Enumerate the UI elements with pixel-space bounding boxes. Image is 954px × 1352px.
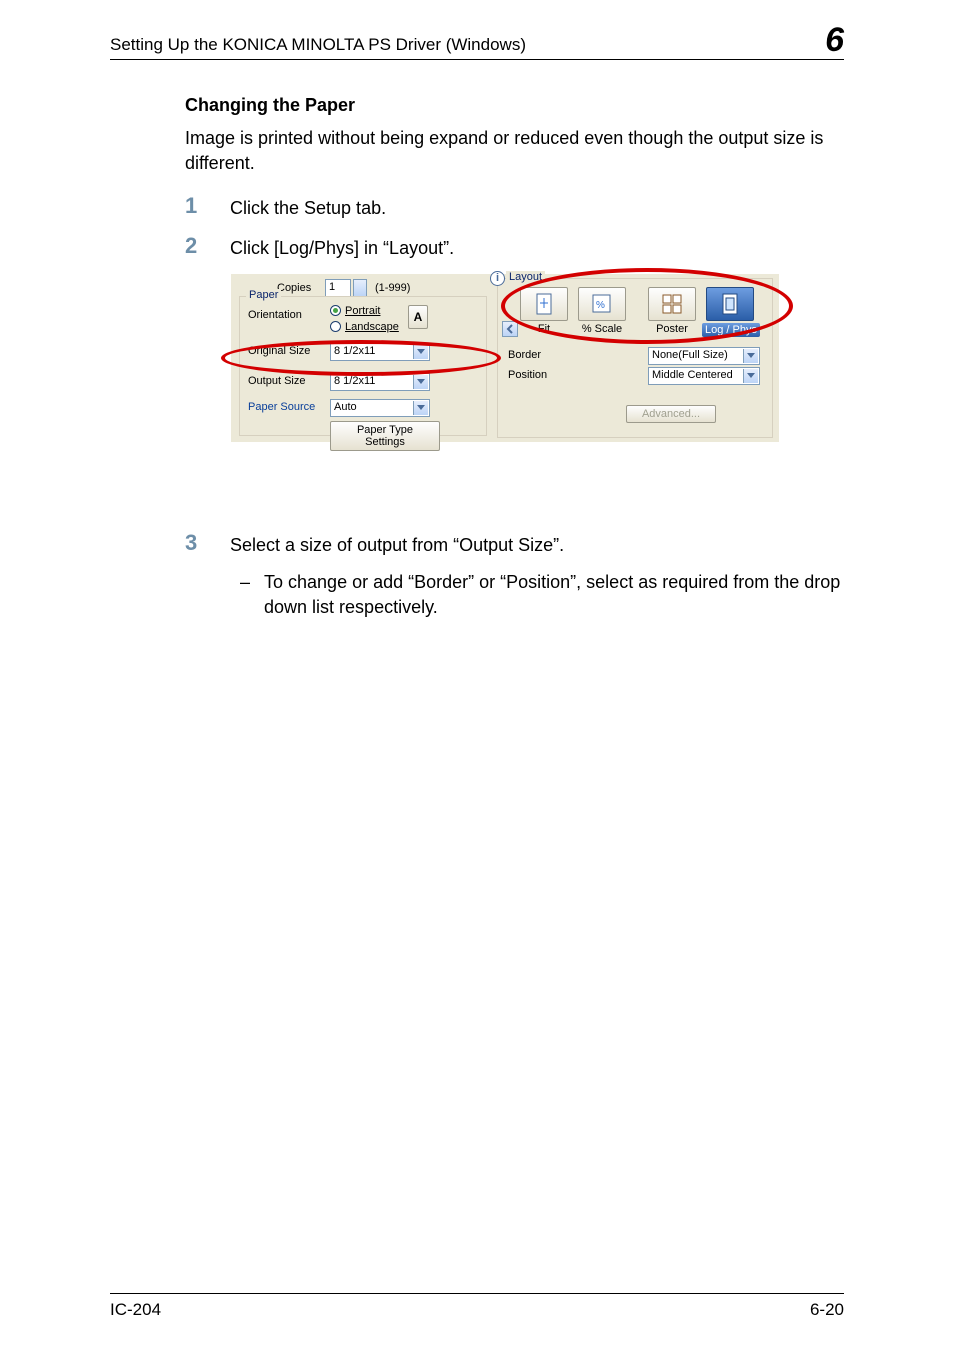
advanced-button[interactable]: Advanced...	[626, 405, 716, 423]
footer-left: IC-204	[110, 1300, 161, 1320]
step-3-bullet: – To change or add “Border” or “Position…	[240, 570, 844, 620]
original-size-select[interactable]: 8 1/2x11	[330, 343, 430, 361]
rotate-glyph: A	[414, 310, 423, 324]
section-heading: Changing the Paper	[185, 95, 844, 116]
header-title: Setting Up the KONICA MINOLTA PS Driver …	[110, 35, 526, 57]
chevron-down-icon	[417, 379, 425, 384]
scroll-left-button[interactable]	[502, 321, 518, 337]
copies-range: (1-999)	[375, 282, 410, 294]
paper-source-value: Auto	[334, 401, 357, 413]
logphys-icon	[721, 293, 739, 315]
poster-tab[interactable]	[648, 287, 696, 321]
footer-right: 6-20	[810, 1300, 844, 1320]
info-icon: i	[490, 271, 505, 286]
paper-type-settings-button[interactable]: Paper Type Settings	[330, 421, 440, 451]
paper-legend: Paper	[246, 289, 281, 301]
layout-legend: Layout	[506, 271, 545, 283]
radio-dot-icon	[330, 321, 341, 332]
portrait-label: Portrait	[345, 305, 380, 317]
chapter-number: 6	[825, 23, 844, 57]
fit-tab[interactable]	[520, 287, 568, 321]
page-footer: IC-204 6-20	[110, 1293, 844, 1320]
bullet-dash: –	[240, 570, 250, 620]
original-size-label: Original Size	[248, 345, 310, 357]
paper-source-select[interactable]: Auto	[330, 399, 430, 417]
dialog-screenshot: Copies 1 (1-999) Paper Orientation Portr…	[230, 273, 780, 443]
border-value: None(Full Size)	[652, 349, 728, 361]
step-number-2: 2	[185, 234, 230, 258]
chevron-down-icon	[417, 405, 425, 410]
poster-label: Poster	[646, 323, 698, 335]
chevron-down-icon	[417, 349, 425, 354]
step-3: 3 Select a size of output from “Output S…	[185, 531, 844, 558]
chevron-down-icon	[747, 353, 755, 358]
fit-icon	[534, 293, 554, 315]
border-select[interactable]: None(Full Size)	[648, 347, 760, 365]
logphys-tab[interactable]	[706, 287, 754, 321]
step-3-text: Select a size of output from “Output Siz…	[230, 531, 844, 558]
copies-label: Copies	[277, 282, 311, 294]
logphys-label: Log / Phys	[702, 323, 760, 337]
position-select[interactable]: Middle Centered	[648, 367, 760, 385]
page-header: Setting Up the KONICA MINOLTA PS Driver …	[110, 28, 844, 60]
fit-label: Fit	[520, 323, 568, 335]
copies-spinner[interactable]	[353, 279, 367, 297]
svg-text:%: %	[596, 300, 605, 311]
output-size-select[interactable]: 8 1/2x11	[330, 373, 430, 391]
position-value: Middle Centered	[652, 369, 733, 381]
scale-icon: %	[591, 293, 613, 315]
bullet-text: To change or add “Border” or “Position”,…	[264, 570, 844, 620]
original-size-value: 8 1/2x11	[334, 345, 375, 357]
portrait-radio[interactable]: Portrait	[330, 305, 380, 317]
chevron-left-icon	[503, 322, 517, 336]
step-2-text: Click [Log/Phys] in “Layout”.	[230, 234, 844, 261]
border-label: Border	[508, 349, 541, 361]
orientation-label: Orientation	[248, 309, 302, 321]
step-number-3: 3	[185, 531, 230, 555]
copies-value: 1	[329, 281, 335, 293]
paper-type-label: Paper Type Settings	[357, 424, 413, 448]
paper-panel: Paper Orientation Portrait Landscape A O…	[239, 296, 487, 436]
radio-dot-icon	[330, 305, 341, 316]
rotate-button[interactable]: A	[408, 305, 428, 329]
step-1: 1 Click the Setup tab.	[185, 194, 844, 221]
copies-input[interactable]: 1	[325, 279, 351, 297]
step-2: 2 Click [Log/Phys] in “Layout”.	[185, 234, 844, 261]
output-size-value: 8 1/2x11	[334, 375, 375, 387]
layout-panel: i Layout Fit % % Scale Poster Log / Phys…	[497, 278, 773, 438]
advanced-label: Advanced...	[642, 408, 700, 420]
landscape-radio[interactable]: Landscape	[330, 321, 399, 333]
output-size-label: Output Size	[248, 375, 305, 387]
position-label: Position	[508, 369, 547, 381]
chevron-down-icon	[747, 373, 755, 378]
landscape-label: Landscape	[345, 321, 399, 333]
section-intro: Image is printed without being expand or…	[185, 126, 844, 176]
scale-label: % Scale	[576, 323, 628, 335]
step-number-1: 1	[185, 194, 230, 218]
step-1-text: Click the Setup tab.	[230, 194, 844, 221]
poster-icon	[661, 293, 683, 315]
paper-source-label: Paper Source	[248, 401, 315, 413]
scale-tab[interactable]: %	[578, 287, 626, 321]
